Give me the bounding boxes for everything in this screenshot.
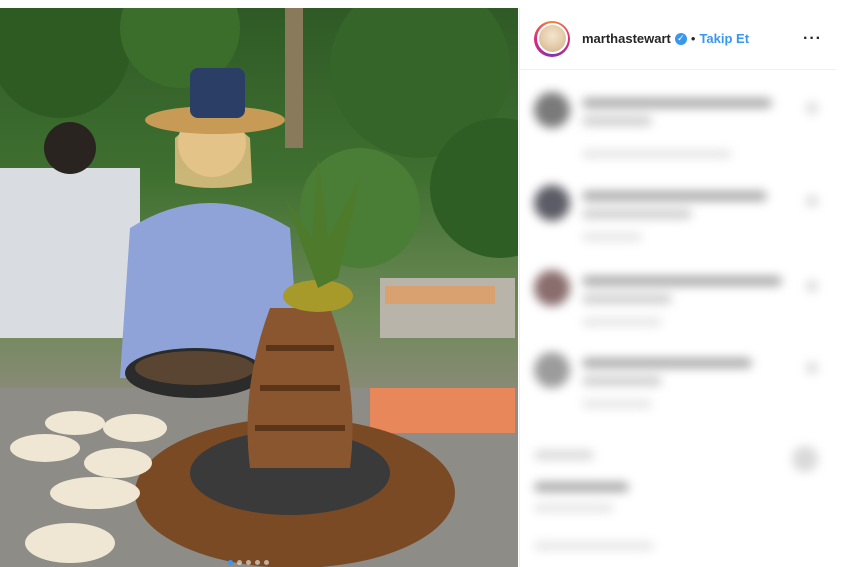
heart-icon xyxy=(806,362,818,374)
follow-button[interactable]: Takip Et xyxy=(699,31,749,46)
blurred-comments-list xyxy=(520,70,836,567)
heart-icon xyxy=(806,195,818,207)
more-options-icon[interactable]: ··· xyxy=(803,30,822,48)
list-item xyxy=(534,92,822,162)
carousel-dot xyxy=(237,560,242,565)
heart-icon xyxy=(806,102,818,114)
bbq-photo-illustration xyxy=(0,8,518,567)
bookmark-icon xyxy=(792,446,818,472)
separator-dot: • xyxy=(690,31,696,46)
list-item xyxy=(534,352,822,412)
username-link[interactable]: marthastewart xyxy=(582,31,671,46)
avatar xyxy=(534,270,570,306)
post-actions-area xyxy=(534,442,822,552)
avatar xyxy=(534,352,570,388)
avatar xyxy=(534,92,570,128)
post-side-panel: marthastewart ✓ • Takip Et ··· xyxy=(519,8,836,567)
list-item xyxy=(534,185,822,245)
carousel-indicator xyxy=(228,560,269,565)
avatar[interactable] xyxy=(534,20,570,57)
post-photo[interactable] xyxy=(0,8,518,567)
carousel-dot xyxy=(255,560,260,565)
carousel-dot xyxy=(228,560,233,565)
avatar-image xyxy=(536,23,568,54)
heart-icon xyxy=(806,280,818,292)
list-item xyxy=(534,270,822,330)
post-header: marthastewart ✓ • Takip Et ··· xyxy=(520,8,836,70)
avatar xyxy=(534,185,570,221)
carousel-dot xyxy=(246,560,251,565)
verified-badge-icon: ✓ xyxy=(674,32,687,45)
carousel-dot xyxy=(264,560,269,565)
